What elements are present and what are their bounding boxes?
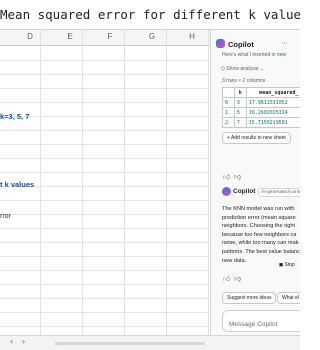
grid-line xyxy=(0,256,210,257)
grid-line xyxy=(0,144,210,145)
add-results-button[interactable]: + Add results to new sheet xyxy=(222,132,291,144)
suggestion-chip[interactable]: Suggest more ideas xyxy=(222,292,277,304)
grid-line xyxy=(0,102,210,103)
scroll-left-icon[interactable]: ‹ xyxy=(10,337,13,346)
grid-line xyxy=(0,326,210,327)
message-author: Copilot xyxy=(233,188,256,195)
table-header xyxy=(222,87,235,98)
grid-line xyxy=(0,214,210,215)
table-cell: 3 xyxy=(233,97,247,108)
column-header-f[interactable]: F xyxy=(92,32,128,41)
thumbs-down-icon[interactable]: 👎︎ xyxy=(234,172,241,181)
grid-line xyxy=(0,298,210,299)
inserted-sheet-link[interactable]: new xyxy=(277,52,286,58)
show-analysis-toggle[interactable]: ⟨⟩ Show analysis ⌄ xyxy=(221,66,264,72)
stop-button[interactable]: ◼ Stop xyxy=(279,262,295,268)
response-line: patterns. The best value balanc xyxy=(222,248,300,255)
column-header-d[interactable]: D xyxy=(12,32,48,41)
column-header-h[interactable]: H xyxy=(174,32,210,41)
table-row: 0 3 17.9811531052 xyxy=(222,97,300,108)
grid-line xyxy=(0,74,210,75)
ai-content-badge: AI-generated content xyxy=(258,188,300,197)
grid-line xyxy=(208,30,209,335)
table-cell: 5 xyxy=(233,107,247,118)
table-header: mean_squared_ xyxy=(245,87,300,98)
response-line: neighbors. Choosing the right xyxy=(222,223,296,230)
grid-line xyxy=(82,30,83,335)
thumbs-up-icon[interactable]: 👍︎ xyxy=(223,274,230,283)
suggestion-chip[interactable]: What el xyxy=(277,292,300,304)
scroll-right-icon[interactable]: › xyxy=(22,337,25,346)
grid-line xyxy=(0,270,210,271)
copilot-pane: Copilot ⋯ Here's what I inserted in new … xyxy=(210,30,300,335)
table-cell: 1 xyxy=(222,107,235,118)
table-cell: 17.9811531052 xyxy=(245,97,300,108)
grid-line xyxy=(0,284,210,285)
message-input-box[interactable] xyxy=(222,310,300,332)
grid-line xyxy=(124,30,125,335)
thumbs-up-icon[interactable]: 👍︎ xyxy=(223,172,230,181)
copilot-avatar-icon xyxy=(222,187,231,196)
grid-line xyxy=(0,60,210,61)
table-header: k xyxy=(233,87,247,98)
response-line: The KNN model was run with xyxy=(222,206,295,212)
table-cell: 15.7150219581 xyxy=(245,117,300,128)
more-icon[interactable]: ⋯ xyxy=(281,39,288,47)
grid-line xyxy=(0,228,210,229)
table-cell: 7 xyxy=(233,117,247,128)
table-cell: 2 xyxy=(222,117,235,128)
copilot-logo-icon xyxy=(216,39,225,48)
thumbs-down-icon[interactable]: 👎︎ xyxy=(234,274,241,283)
copilot-title: Copilot xyxy=(228,40,254,49)
table-row: 2 7 15.7150219581 xyxy=(222,117,300,128)
message-input[interactable] xyxy=(229,321,300,328)
column-header-row: D E F G H xyxy=(0,30,210,46)
chevron-down-icon: ⌄ xyxy=(259,66,264,72)
column-header-g[interactable]: G xyxy=(134,32,170,41)
response-line: new data. xyxy=(222,257,247,264)
results-table: k mean_squared_ 0 3 17.9811531052 1 5 16… xyxy=(222,87,300,128)
response-line: prediction error (mean square xyxy=(222,214,296,221)
formula-bar[interactable]: Mean squared error for different k value… xyxy=(0,0,300,30)
spreadsheet-grid[interactable]: D E F G H k=3, 5, 7 t k values rror xyxy=(0,30,210,335)
cell-text[interactable]: rror xyxy=(0,213,11,220)
sheet-scroll-bar: ‹ › xyxy=(0,335,300,350)
formula-content[interactable]: Mean squared error for different k value… xyxy=(0,7,300,22)
response-line: because too few neighbors ca xyxy=(222,231,297,238)
grid-line xyxy=(40,30,41,335)
grid-line xyxy=(0,158,210,159)
table-header-row: k mean_squared_ xyxy=(222,87,300,98)
response-line: noise, while too many can mak xyxy=(222,240,299,247)
grid-line xyxy=(0,130,210,131)
rows-columns-label: 3 rows × 2 columns xyxy=(222,78,266,84)
section-heading[interactable]: t k values xyxy=(0,180,34,189)
grid-line xyxy=(166,30,167,335)
grid-line xyxy=(0,312,210,313)
table-row: 1 5 16.2602025314 xyxy=(222,107,300,118)
horizontal-scrollbar[interactable] xyxy=(55,342,205,345)
section-heading[interactable]: k=3, 5, 7 xyxy=(0,112,29,121)
grid-line xyxy=(0,242,210,243)
table-cell: 16.2602025314 xyxy=(245,107,300,118)
grid-line xyxy=(0,200,210,201)
table-cell: 0 xyxy=(222,97,235,108)
grid-line xyxy=(0,88,210,89)
response-text: The KNN model was run with prediction er… xyxy=(222,205,300,265)
grid-line xyxy=(0,172,210,173)
inserted-note: Here's what I inserted in new xyxy=(222,52,287,58)
grid-line xyxy=(0,116,210,117)
